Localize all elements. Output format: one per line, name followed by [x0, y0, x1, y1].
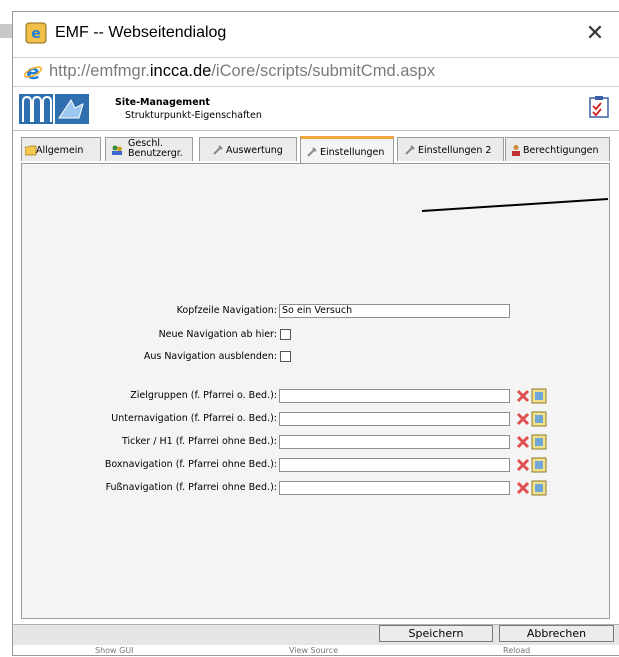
tab-einstellungen-2[interactable]: Einstellungen 2	[397, 137, 504, 161]
status-line: Show GUI View Source Reload	[13, 646, 619, 657]
user-icon	[512, 145, 520, 156]
tab-label: Berechtigungen	[523, 145, 599, 156]
tab-bar: Allgemein Geschl. Benutzergr. Auswertung …	[21, 136, 610, 163]
unternavigation-label: Unternavigation (f. Pfarrei o. Bed.):	[111, 413, 277, 424]
annotation-line	[421, 198, 609, 212]
kopfzeile-row: Kopfzeile Navigation:	[22, 304, 277, 318]
fussnavigation-input[interactable]	[279, 481, 510, 495]
address-bar: e http://emfmgr.incca.de/iCore/scripts/s…	[13, 57, 619, 87]
picker-icon[interactable]	[531, 480, 547, 496]
close-icon[interactable]: ✕	[577, 18, 613, 50]
delete-icon[interactable]	[516, 412, 530, 426]
site-logo-icon	[19, 94, 89, 124]
zielgruppen-label: Zielgruppen (f. Pfarrei o. Bed.):	[130, 390, 277, 401]
neue-navigation-label: Neue Navigation ab hier:	[158, 329, 277, 340]
picker-icon[interactable]	[531, 388, 547, 404]
delete-icon[interactable]	[516, 389, 530, 403]
picker-icon[interactable]	[531, 411, 547, 427]
cancel-button[interactable]: Abbrechen	[499, 625, 614, 642]
fussnavigation-row: Fußnavigation (f. Pfarrei ohne Bed.):	[22, 481, 277, 495]
dialog-window: e EMF -- Webseitendialog ✕ e http://emfm…	[12, 11, 619, 656]
delete-icon[interactable]	[516, 435, 530, 449]
app-header: Site-Management Strukturpunkt-Eigenschaf…	[13, 90, 619, 131]
zielgruppen-input[interactable]	[279, 389, 510, 403]
tools-icon	[405, 145, 415, 155]
tab-label: Auswertung	[226, 145, 283, 156]
zielgruppen-row: Zielgruppen (f. Pfarrei o. Bed.):	[22, 389, 277, 403]
tab-berechtigungen[interactable]: Berechtigungen	[505, 137, 610, 161]
address-url: http://emfmgr.incca.de/iCore/scripts/sub…	[49, 62, 436, 80]
title-bar: e EMF -- Webseitendialog ✕	[13, 12, 619, 57]
view-source-link[interactable]: View Source	[289, 646, 338, 655]
tab-label: Geschl. Benutzergr.	[128, 138, 183, 159]
tab-allgemein[interactable]: Allgemein	[21, 137, 101, 161]
boxnavigation-row: Boxnavigation (f. Pfarrei ohne Bed.):	[22, 458, 277, 472]
unternavigation-row: Unternavigation (f. Pfarrei o. Bed.):	[22, 412, 277, 426]
tab-label: Einstellungen 2	[418, 145, 492, 156]
svg-text:e: e	[31, 26, 41, 42]
header-subtitle: Strukturpunkt-Eigenschaften	[125, 110, 262, 121]
aus-navigation-label: Aus Navigation ausblenden:	[143, 351, 277, 362]
boxnavigation-label: Boxnavigation (f. Pfarrei ohne Bed.):	[104, 459, 277, 470]
picker-icon[interactable]	[531, 457, 547, 473]
ie-page-icon: e	[23, 62, 43, 82]
ticker-row: Ticker / H1 (f. Pfarrei ohne Bed.):	[22, 435, 277, 449]
kopfzeile-input[interactable]: So ein Versuch	[279, 304, 510, 318]
boxnavigation-input[interactable]	[279, 458, 510, 472]
window-title: EMF -- Webseitendialog	[55, 24, 227, 41]
aus-navigation-row: Aus Navigation ausblenden:	[22, 350, 277, 364]
tab-label: Allgemein	[36, 145, 84, 156]
fussnavigation-label: Fußnavigation (f. Pfarrei ohne Bed.):	[105, 482, 277, 493]
tab-auswertung[interactable]: Auswertung	[199, 137, 297, 161]
picker-icon[interactable]	[531, 434, 547, 450]
save-button[interactable]: Speichern	[379, 625, 493, 642]
ticker-label: Ticker / H1 (f. Pfarrei ohne Bed.):	[121, 436, 277, 447]
tab-geschl-benutzergr[interactable]: Geschl. Benutzergr.	[105, 137, 193, 161]
neue-navigation-checkbox[interactable]	[280, 329, 291, 340]
show-gui-link[interactable]: Show GUI	[95, 646, 134, 655]
reload-link[interactable]: Reload	[503, 646, 530, 655]
users-icon	[112, 145, 122, 155]
ie-logo-icon: e	[25, 22, 47, 44]
tab-label: Einstellungen	[320, 147, 385, 158]
checklist-icon[interactable]	[589, 96, 609, 118]
unternavigation-input[interactable]	[279, 412, 510, 426]
delete-icon[interactable]	[516, 458, 530, 472]
tab-einstellungen[interactable]: Einstellungen	[300, 136, 394, 163]
tools-icon	[213, 145, 223, 155]
kopfzeile-label: Kopfzeile Navigation:	[176, 305, 277, 316]
delete-icon[interactable]	[516, 481, 530, 495]
ticker-input[interactable]	[279, 435, 510, 449]
tools-icon	[307, 147, 317, 157]
background-strip	[0, 24, 12, 38]
neue-navigation-row: Neue Navigation ab hier:	[22, 328, 277, 342]
svg-text:e: e	[26, 62, 40, 82]
aus-navigation-checkbox[interactable]	[280, 351, 291, 362]
header-title: Site-Management	[115, 97, 210, 108]
settings-panel: Kopfzeile Navigation: So ein Versuch Neu…	[21, 163, 610, 619]
